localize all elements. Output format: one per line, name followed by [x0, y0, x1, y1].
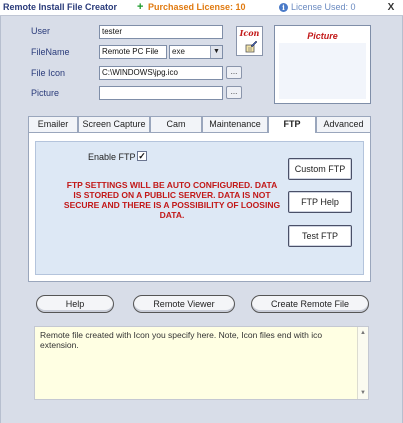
- tab-maintenance[interactable]: Maintenance: [202, 116, 268, 132]
- window-title: Remote Install File Creator: [3, 2, 118, 12]
- tab-cam[interactable]: Cam: [150, 116, 202, 132]
- chevron-down-icon[interactable]: ▼: [210, 46, 222, 58]
- enable-ftp-checkbox[interactable]: ✓: [137, 151, 147, 161]
- user-input[interactable]: tester: [99, 25, 223, 39]
- pencil-icon: [245, 40, 257, 53]
- help-button[interactable]: Help: [36, 295, 114, 313]
- create-remote-file-button[interactable]: Create Remote File: [251, 295, 369, 313]
- file-icon-browse-button[interactable]: ...: [226, 66, 242, 79]
- title-bar: Remote Install File Creator + Purchased …: [0, 0, 403, 16]
- picture-preview-title: Picture: [307, 31, 338, 41]
- test-ftp-button[interactable]: Test FTP: [288, 225, 352, 247]
- picture-browse-button[interactable]: ...: [226, 86, 242, 99]
- tab-emailer[interactable]: Emailer: [28, 116, 78, 132]
- filename-label: FileName: [31, 47, 70, 57]
- remote-viewer-button[interactable]: Remote Viewer: [133, 295, 235, 313]
- purchased-license-label: Purchased License: 10: [148, 2, 246, 12]
- scroll-up-icon[interactable]: ▲: [358, 328, 368, 338]
- user-label: User: [31, 26, 51, 36]
- close-button[interactable]: X: [385, 2, 397, 14]
- enable-ftp-label: Enable FTP: [88, 152, 136, 162]
- custom-ftp-button[interactable]: Custom FTP: [288, 158, 352, 180]
- plus-icon: +: [137, 1, 144, 13]
- extension-select[interactable]: exe ▼: [169, 45, 223, 59]
- filename-input[interactable]: Remote PC File: [99, 45, 167, 59]
- picture-preview-area: [279, 43, 366, 99]
- tab-bar: Emailer Screen Capture Cam Maintenance F…: [28, 116, 371, 133]
- ftp-help-button[interactable]: FTP Help: [288, 191, 352, 213]
- picture-label: Picture: [31, 88, 60, 98]
- picture-input[interactable]: [99, 86, 223, 100]
- tab-ftp[interactable]: FTP: [268, 116, 316, 133]
- note-scrollbar[interactable]: ▲ ▼: [357, 327, 368, 399]
- extension-value: exe: [172, 47, 185, 56]
- file-icon-input[interactable]: C:\WINDOWS\jpg.ico: [99, 66, 223, 80]
- tab-advanced[interactable]: Advanced: [316, 116, 371, 132]
- scroll-down-icon[interactable]: ▼: [358, 388, 368, 398]
- help-note-text: Remote file created with Icon you specif…: [40, 330, 323, 350]
- license-used-label: License Used: 0: [291, 2, 356, 12]
- picture-preview: Picture: [274, 25, 371, 104]
- icon-preview[interactable]: Icon: [236, 26, 263, 56]
- icon-preview-title: Icon: [239, 28, 260, 38]
- help-note-box[interactable]: Remote file created with Icon you specif…: [34, 326, 369, 400]
- ftp-warning-text: FTP SETTINGS WILL BE AUTO CONFIGURED. DA…: [63, 180, 281, 220]
- tab-screen-capture[interactable]: Screen Capture: [78, 116, 150, 132]
- file-icon-label: File Icon: [31, 68, 66, 78]
- info-icon: i: [279, 3, 288, 12]
